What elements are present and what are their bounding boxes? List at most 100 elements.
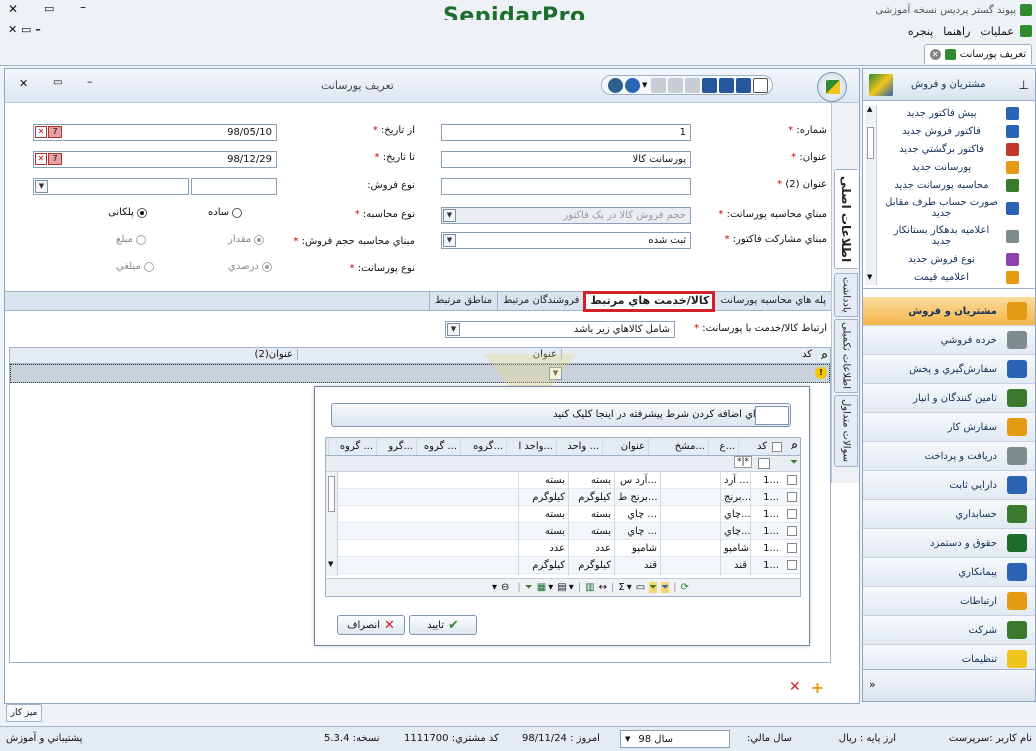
- nav-module-item[interactable]: خرده فروشي: [863, 326, 1035, 355]
- to-date-calendar-icon[interactable]: 7: [48, 153, 62, 165]
- toolbar-export-arrow-icon[interactable]: ▾: [548, 582, 553, 593]
- nav-subitem[interactable]: صورت حساب طرف مقابل جديد: [877, 195, 1025, 221]
- title-field[interactable]: پورسانت کالا: [441, 151, 691, 168]
- nav-module-item[interactable]: تامين کنندگان و انبار: [863, 384, 1035, 413]
- nav-subitem[interactable]: نوع فروش جديد: [877, 251, 1025, 268]
- cancel-button[interactable]: انصراف ✕: [337, 615, 405, 635]
- print-icon[interactable]: [651, 77, 667, 93]
- row-checkbox[interactable]: [782, 557, 800, 574]
- vtab-main-info[interactable]: اطلاعات اصلی: [834, 169, 858, 269]
- form-maximize-icon[interactable]: ▭: [53, 77, 62, 88]
- lookup-column-group1[interactable]: گروه...: [460, 438, 506, 455]
- nav-scroll-thumb[interactable]: [867, 127, 874, 159]
- column-title2[interactable]: عنوان(2): [12, 349, 298, 360]
- new-document-icon[interactable]: [753, 77, 769, 93]
- nav-module-item[interactable]: ارتباطات: [863, 587, 1035, 616]
- tab-commission-definition[interactable]: تعریف پورسانت ✕: [923, 44, 1032, 64]
- fiscal-year-dropdown-icon[interactable]: ▼: [625, 735, 630, 743]
- copy-icon[interactable]: [668, 77, 684, 93]
- lookup-search-icon[interactable]: ⌕: [791, 438, 798, 453]
- lookup-column-unit[interactable]: واحد ...: [556, 438, 602, 455]
- nav-subitem[interactable]: پيش فاکتور جديد: [877, 105, 1025, 122]
- menu-item-operations[interactable]: عملیات: [980, 25, 1014, 38]
- nav-expand-icon[interactable]: »: [869, 678, 876, 691]
- ok-button[interactable]: تاييد ✔: [409, 615, 477, 635]
- nav-module-item[interactable]: پيمانکاري: [863, 558, 1035, 587]
- lookup-row[interactable]: 1... شامپو شامپو عدد عدد: [338, 540, 800, 557]
- nav-module-item[interactable]: سفارش‌گيري و پخش: [863, 355, 1035, 384]
- lookup-row[interactable]: 1... چاي... چاي ... بسته بسته: [338, 506, 800, 523]
- vtab-notes[interactable]: یادداشت: [834, 273, 858, 317]
- nav-module-item[interactable]: حسابداري: [863, 500, 1035, 529]
- nav-module-item[interactable]: حقوق و دستمزد: [863, 529, 1035, 558]
- lookup-column-title[interactable]: عنوان: [602, 438, 648, 455]
- lookup-row[interactable]: 1... آرد ... آرد س... بسته بسته: [338, 472, 800, 489]
- nav-subitem[interactable]: اعلاميه بدهکار بستانکار جديد: [877, 223, 1025, 249]
- close-window-icon[interactable]: ✕: [8, 2, 18, 16]
- add-row-icon[interactable]: +: [811, 678, 824, 697]
- lookup-filter-row[interactable]: ⏷ *|*: [326, 456, 800, 472]
- fiscal-year-select[interactable]: ▼ سال 98: [620, 730, 730, 748]
- help-icon[interactable]: [625, 77, 640, 93]
- sale-type-dropdown-icon[interactable]: ▼: [35, 180, 48, 193]
- form-minimize-icon[interactable]: –: [87, 75, 93, 88]
- lookup-column-group4[interactable]: گروه ...: [328, 438, 376, 455]
- lookup-scroll-down-icon[interactable]: ▼: [328, 560, 333, 568]
- tab-related-regions[interactable]: مناطق مرتبط: [429, 291, 497, 311]
- menu-item-window[interactable]: پنجره: [908, 25, 933, 38]
- vtab-faq[interactable]: سوالات متداول: [834, 395, 858, 467]
- lookup-column-code[interactable]: کد: [738, 438, 770, 455]
- close-tab-icon[interactable]: ✕: [929, 49, 941, 60]
- lookup-row[interactable]: 1...برنج...برنج ط...کيلوگرمکيلوگرم: [338, 489, 800, 506]
- mdi-controls[interactable]: ✕ ▭ –: [8, 23, 41, 36]
- lookup-column-spec[interactable]: مشخ...: [648, 438, 708, 455]
- tab-related-goods[interactable]: کالا/خدمت هاي مرتبط: [583, 290, 716, 312]
- lookup-scrollbar[interactable]: ▼: [326, 472, 338, 576]
- number-field[interactable]: 1: [441, 124, 691, 141]
- row-checkbox[interactable]: [782, 540, 800, 557]
- toolbar-refresh-icon[interactable]: ⟳: [681, 582, 689, 593]
- form-close-icon[interactable]: ✕: [19, 77, 28, 90]
- row-checkbox[interactable]: [782, 523, 800, 540]
- toolbar-filter-clear-icon[interactable]: ⏷: [525, 582, 533, 593]
- minimize-window-icon[interactable]: –: [80, 0, 86, 14]
- select-all-checkbox[interactable]: [772, 442, 782, 452]
- tab-related-sellers[interactable]: فروشندگان مرتبط: [497, 291, 584, 311]
- to-date-field[interactable]: 98/12/29: [33, 151, 277, 168]
- save-close-icon[interactable]: [719, 77, 735, 93]
- save-new-icon[interactable]: [702, 77, 718, 93]
- lookup-row[interactable]: 1... چاي... چاي ... بسته بسته: [338, 523, 800, 540]
- to-date-clear-icon[interactable]: ✕: [35, 153, 47, 165]
- nav-module-item[interactable]: دارايي ثابت: [863, 471, 1035, 500]
- toolbar-filter2-icon[interactable]: ⏷: [661, 582, 670, 593]
- toolbar-sum-icon[interactable]: Σ: [618, 582, 624, 593]
- form-menu-orb[interactable]: [817, 72, 847, 102]
- toolbar-excel-icon[interactable]: ▦: [537, 582, 546, 593]
- toolbar-print-arrow-icon[interactable]: ▾: [569, 582, 574, 593]
- maximize-window-icon[interactable]: ▭: [44, 2, 54, 15]
- nav-module-item[interactable]: سفارش کار: [863, 413, 1035, 442]
- toolbar-filter-icon[interactable]: ⏷: [649, 582, 658, 593]
- nav-subitem[interactable]: فاکتور فروش جديد: [877, 123, 1025, 140]
- toolbar-minus-icon[interactable]: ⊖: [501, 582, 509, 593]
- grid-new-row[interactable]: ! ▼: [10, 364, 830, 383]
- attach-icon[interactable]: [685, 77, 701, 93]
- nav-subitem[interactable]: اعلاميه قيمت: [877, 269, 1025, 286]
- toolbar-print-icon[interactable]: ▤: [557, 582, 566, 593]
- delete-row-icon[interactable]: ✕: [789, 679, 801, 695]
- lookup-column-group3[interactable]: گرو...: [376, 438, 416, 455]
- dropdown-arrow-icon[interactable]: ▼: [642, 81, 647, 89]
- invoice-share-dropdown-icon[interactable]: ▼: [443, 234, 456, 247]
- from-date-clear-icon[interactable]: ✕: [35, 126, 47, 138]
- relation-dropdown-icon[interactable]: ▼: [447, 323, 460, 336]
- nav-module-item[interactable]: مشتريان و فروش: [863, 297, 1035, 326]
- tab-commission-steps[interactable]: پله هاي محاسبه پورسانت: [714, 291, 831, 311]
- menu-item-help[interactable]: راهنما: [943, 25, 970, 38]
- calc-type-tiered-option[interactable]: پلکانی: [105, 207, 147, 218]
- lookup-column-group2[interactable]: گروه ...: [416, 438, 460, 455]
- lookup-row[interactable]: 1...قند 2قند 2کيلوگرمکيلوگرم: [338, 574, 800, 576]
- from-date-calendar-icon[interactable]: 7: [48, 126, 62, 138]
- nav-scroll-down-icon[interactable]: ▼: [867, 273, 872, 281]
- lookup-row[interactable]: 1... قند قند کيلوگرم کيلوگرم: [338, 557, 800, 574]
- row-checkbox[interactable]: [782, 489, 800, 506]
